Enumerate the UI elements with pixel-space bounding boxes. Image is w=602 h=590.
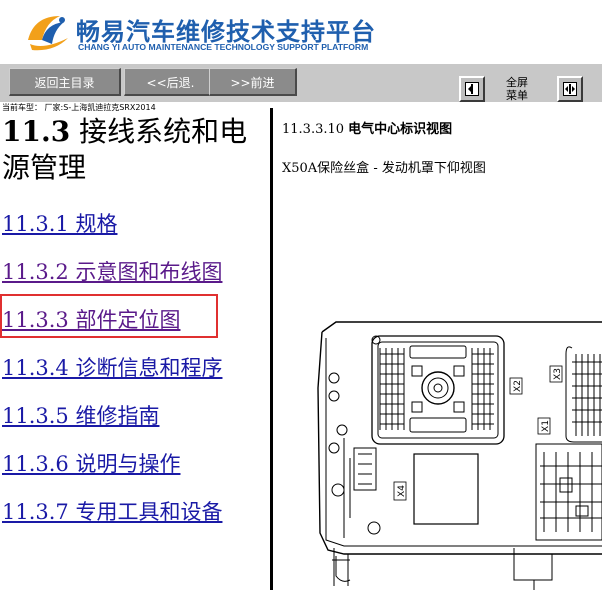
connector-label-x2: X2 (513, 380, 523, 392)
content-caption: X50A保险丝盒 - 发动机罩下仰视图 (282, 161, 486, 176)
app-subtitle: CHANG YI AUTO MAINTENANCE TECHNOLOGY SUP… (78, 42, 369, 52)
section-title: 11.3 接线系统和电源管理 (2, 115, 248, 184)
connector-label-x3: X3 (553, 368, 563, 380)
forward-button[interactable]: >>前进 (209, 68, 297, 96)
fullscreen-icon (563, 82, 577, 96)
highlight-box (0, 294, 218, 338)
fullscreen-menu-label: 全屏 菜单 (506, 76, 528, 102)
home-button[interactable]: 返回主目录 (9, 68, 121, 96)
menu-icon (465, 82, 479, 96)
connector-label-x4: X4 (397, 485, 407, 497)
toc-link-specs[interactable]: 11.3.1 规格 (2, 208, 117, 238)
toc-link-special-tools[interactable]: 11.3.7 专用工具和设备 (2, 496, 222, 526)
toc-link-schematics[interactable]: 11.3.2 示意图和布线图 (2, 256, 222, 286)
toggle-menu-button[interactable] (459, 76, 485, 102)
toc-link-repair[interactable]: 11.3.5 维修指南 (2, 400, 159, 430)
fuse-box-diagram: X2 X3 X1 X4 (317, 321, 602, 590)
app-header: 畅易汽车维修技术支持平台 CHANG YI AUTO MAINTENANCE T… (0, 0, 602, 64)
toc-link-diagnostics[interactable]: 11.3.4 诊断信息和程序 (2, 352, 222, 382)
back-button[interactable]: <<后退. (124, 68, 218, 96)
fullscreen-button[interactable] (557, 76, 583, 102)
logo-icon (28, 16, 68, 51)
car-model-info: 当前车型： 厂家:S-上海凯迪拉克SRX2014 (2, 103, 156, 112)
pane-divider[interactable] (270, 108, 273, 590)
content-heading: 11.3.3.10 电气中心标识视图 (282, 122, 453, 137)
toc-link-description[interactable]: 11.3.6 说明与操作 (2, 448, 180, 478)
connector-label-x1: X1 (541, 420, 551, 432)
